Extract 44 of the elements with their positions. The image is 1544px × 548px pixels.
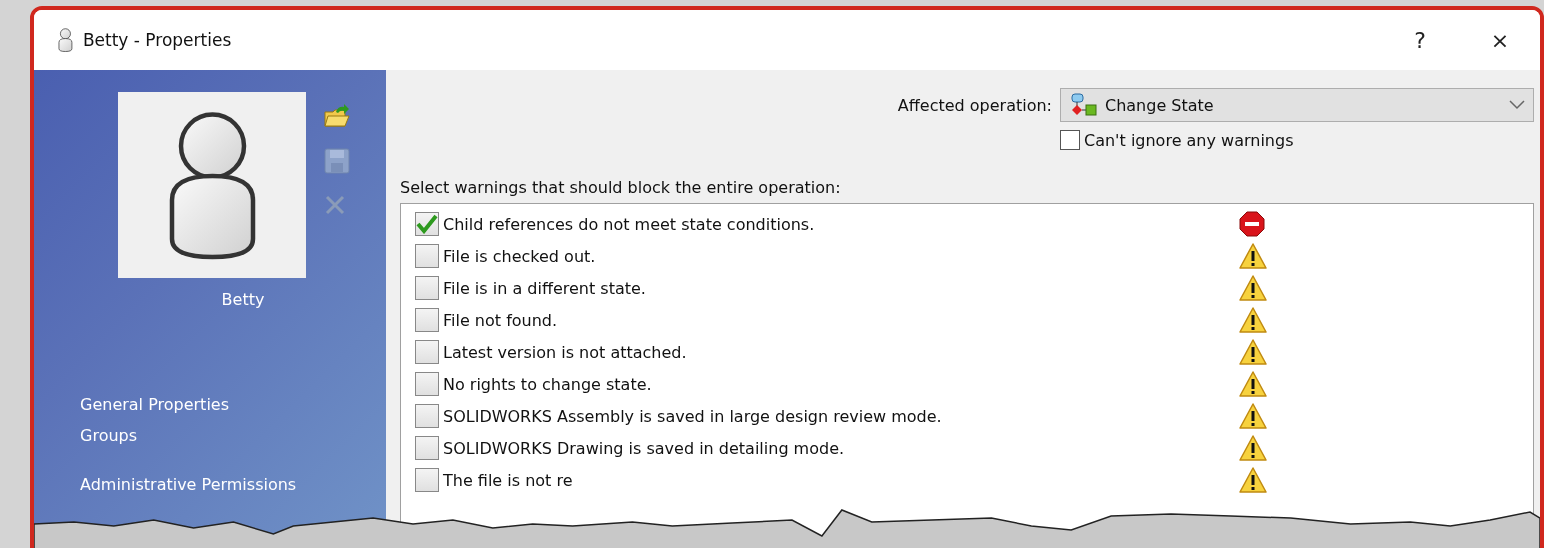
- warning-label: File not found.: [443, 310, 559, 330]
- checkbox[interactable]: [415, 244, 439, 268]
- warning-icon: [1239, 307, 1267, 333]
- warning-label: File is in a different state.: [443, 278, 647, 298]
- warning-label: SOLIDWORKS Drawing is saved in detailing mode.: [443, 438, 846, 458]
- save-icon[interactable]: [324, 148, 350, 174]
- sidebar-link[interactable]: Administrative Permissions: [80, 475, 297, 494]
- chevron-down-icon: [1509, 100, 1525, 110]
- operation-dropdown[interactable]: Change State: [1060, 88, 1534, 122]
- warning-label: No rights to change state.: [443, 374, 653, 394]
- warning-icon: [1239, 243, 1267, 269]
- close-button[interactable]: ×: [1460, 15, 1540, 65]
- operation-label: Affected operation:: [897, 95, 1052, 115]
- warning-label: File is checked out.: [443, 246, 597, 266]
- checkbox[interactable]: [415, 212, 439, 236]
- checkbox[interactable]: [415, 340, 439, 364]
- warning-icon: [1239, 403, 1267, 429]
- checkbox[interactable]: [415, 276, 439, 300]
- help-button[interactable]: ?: [1380, 15, 1460, 65]
- warning-label: The file is not re: [443, 470, 574, 490]
- checkbox[interactable]: [415, 436, 439, 460]
- folder-icon[interactable]: [324, 104, 350, 128]
- sidebar-link[interactable]: General Properties: [80, 395, 229, 414]
- sidebar-link[interactable]: Groups: [80, 426, 138, 445]
- list-label: Select warnings that should block the entire operation:: [400, 178, 842, 197]
- warning-icon: [1239, 467, 1267, 493]
- warning-label: SOLIDWORKS Assembly is saved in large design review mode.: [443, 406, 943, 426]
- warning-icon: [1239, 275, 1267, 301]
- warning-icon: [1239, 371, 1267, 397]
- window-title: Betty - Properties: [82, 30, 233, 50]
- user-name: Betty: [220, 290, 266, 309]
- checkbox[interactable]: [415, 308, 439, 332]
- user-icon: [58, 28, 73, 52]
- warning-label: Latest version is not attached.: [443, 342, 688, 362]
- warning-icon: [1239, 339, 1267, 365]
- stop-icon: [1239, 211, 1265, 237]
- checkbox[interactable]: [1060, 130, 1080, 150]
- warning-icon: [1239, 435, 1267, 461]
- cant-ignore-checkbox[interactable]: Can't ignore any warnings: [1060, 130, 1534, 150]
- warning-label: Child references do not meet state conditions.: [443, 214, 816, 234]
- checkbox[interactable]: [415, 404, 439, 428]
- checkbox[interactable]: [415, 468, 439, 492]
- checkbox[interactable]: [415, 372, 439, 396]
- workflow-icon: [1069, 93, 1097, 117]
